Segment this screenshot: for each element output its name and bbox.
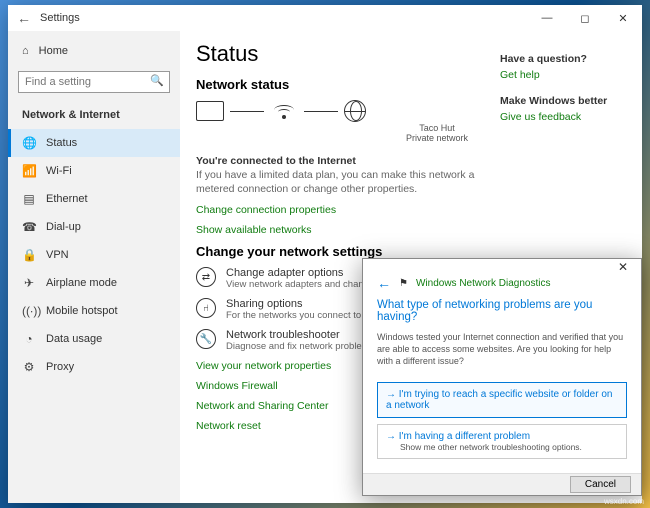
sidebar-item-label: VPN	[46, 249, 69, 261]
search-input[interactable]	[18, 71, 170, 93]
dialup-icon: ☎	[22, 220, 36, 234]
status-icon: 🌐	[22, 136, 36, 150]
sidebar-item-wifi[interactable]: 📶 Wi-Fi	[8, 157, 180, 185]
sidebar-item-label: Wi-Fi	[46, 165, 72, 177]
link-give-feedback[interactable]: Give us feedback	[500, 111, 620, 123]
dialog-close-button[interactable]: ✕	[605, 260, 641, 274]
dialog-question: What type of networking problems are you…	[377, 299, 627, 323]
device-icon	[196, 101, 224, 121]
dialog-breadcrumb: ← ⚑ Windows Network Diagnostics	[363, 275, 641, 291]
option-subtext: Show me other network troubleshooting op…	[400, 442, 618, 452]
connected-body: If you have a limited data plan, you can…	[196, 168, 476, 196]
home-label: Home	[39, 45, 68, 57]
dialog-footer: Cancel	[363, 473, 641, 495]
option-title: Network troubleshooter	[226, 329, 377, 341]
sidebar: ⌂ Home 🔍 Network & Internet 🌐 Status 📶 Wi-…	[8, 31, 180, 503]
sidebar-item-hotspot[interactable]: ((∙)) Mobile hotspot	[8, 297, 180, 325]
minimize-button[interactable]: —	[528, 5, 566, 31]
sidebar-item-dialup[interactable]: ☎ Dial-up	[8, 213, 180, 241]
help-panel: Have a question? Get help Make Windows b…	[500, 53, 620, 137]
sidebar-item-label: Airplane mode	[46, 277, 117, 289]
back-button[interactable]: ←	[8, 10, 40, 26]
option-sub: Diagnose and fix network problems.	[226, 341, 377, 352]
help-heading: Have a question?	[500, 53, 620, 65]
wifi-icon: 📶	[22, 164, 36, 178]
globe-icon	[344, 100, 366, 122]
dialog-option-specific-website[interactable]: I'm trying to reach a specific website o…	[377, 382, 627, 418]
home-button[interactable]: ⌂ Home	[8, 37, 180, 65]
connector-line	[230, 111, 264, 112]
troubleshoot-icon: 🔧	[196, 329, 216, 349]
sidebar-item-label: Dial-up	[46, 221, 81, 233]
titlebar: ← Settings — ◻ ✕	[8, 5, 642, 31]
dialog-flag-icon: ⚑	[399, 278, 408, 289]
maximize-button[interactable]: ◻	[566, 5, 604, 31]
option-text: I'm trying to reach a specific website o…	[386, 389, 618, 411]
ethernet-icon: ▤	[22, 192, 36, 206]
sidebar-item-label: Data usage	[46, 333, 102, 345]
diagnostics-dialog: ✕ ← ⚑ Windows Network Diagnostics What t…	[362, 258, 642, 496]
sidebar-item-datausage[interactable]: ◔ Data usage	[8, 325, 180, 353]
proxy-icon: ⚙	[22, 360, 36, 374]
watermark: wsxdn.com	[604, 497, 644, 506]
category-header: Network & Internet	[8, 101, 180, 129]
dialog-titlebar: ✕	[363, 259, 641, 275]
window-title: Settings	[40, 12, 528, 24]
search-box[interactable]: 🔍	[18, 71, 170, 93]
airplane-icon: ✈	[22, 276, 36, 290]
dialog-info: Windows tested your Internet connection …	[377, 331, 627, 367]
sidebar-item-label: Mobile hotspot	[46, 305, 118, 317]
datausage-icon: ◔	[22, 332, 36, 346]
vpn-icon: 🔒	[22, 248, 36, 262]
back-arrow-icon[interactable]: ←	[377, 275, 391, 291]
adapter-icon: ⇄	[196, 267, 216, 287]
sidebar-item-label: Ethernet	[46, 193, 88, 205]
sidebar-item-label: Status	[46, 137, 77, 149]
close-button[interactable]: ✕	[604, 5, 642, 31]
sidebar-item-ethernet[interactable]: ▤ Ethernet	[8, 185, 180, 213]
router-wifi-icon	[270, 101, 298, 121]
feedback-heading: Make Windows better	[500, 95, 620, 107]
cancel-button[interactable]: Cancel	[570, 476, 631, 493]
sharing-icon: ⑁	[196, 298, 216, 318]
link-change-connection-properties[interactable]: Change connection properties	[196, 204, 626, 216]
dialog-title: Windows Network Diagnostics	[416, 278, 551, 289]
link-get-help[interactable]: Get help	[500, 69, 620, 81]
home-icon: ⌂	[22, 45, 29, 57]
sidebar-item-airplane[interactable]: ✈ Airplane mode	[8, 269, 180, 297]
sidebar-item-vpn[interactable]: 🔒 VPN	[8, 241, 180, 269]
hotspot-icon: ((∙))	[22, 304, 36, 318]
dialog-option-different-problem[interactable]: I'm having a different problem Show me o…	[377, 424, 627, 459]
connector-line	[304, 111, 338, 112]
connected-title: You're connected to the Internet	[196, 154, 626, 168]
search-icon: 🔍	[150, 74, 164, 87]
sidebar-item-proxy[interactable]: ⚙ Proxy	[8, 353, 180, 381]
sidebar-item-label: Proxy	[46, 361, 74, 373]
link-show-available-networks[interactable]: Show available networks	[196, 224, 626, 236]
option-text: I'm having a different problem	[386, 431, 618, 442]
sidebar-item-status[interactable]: 🌐 Status	[8, 129, 180, 157]
